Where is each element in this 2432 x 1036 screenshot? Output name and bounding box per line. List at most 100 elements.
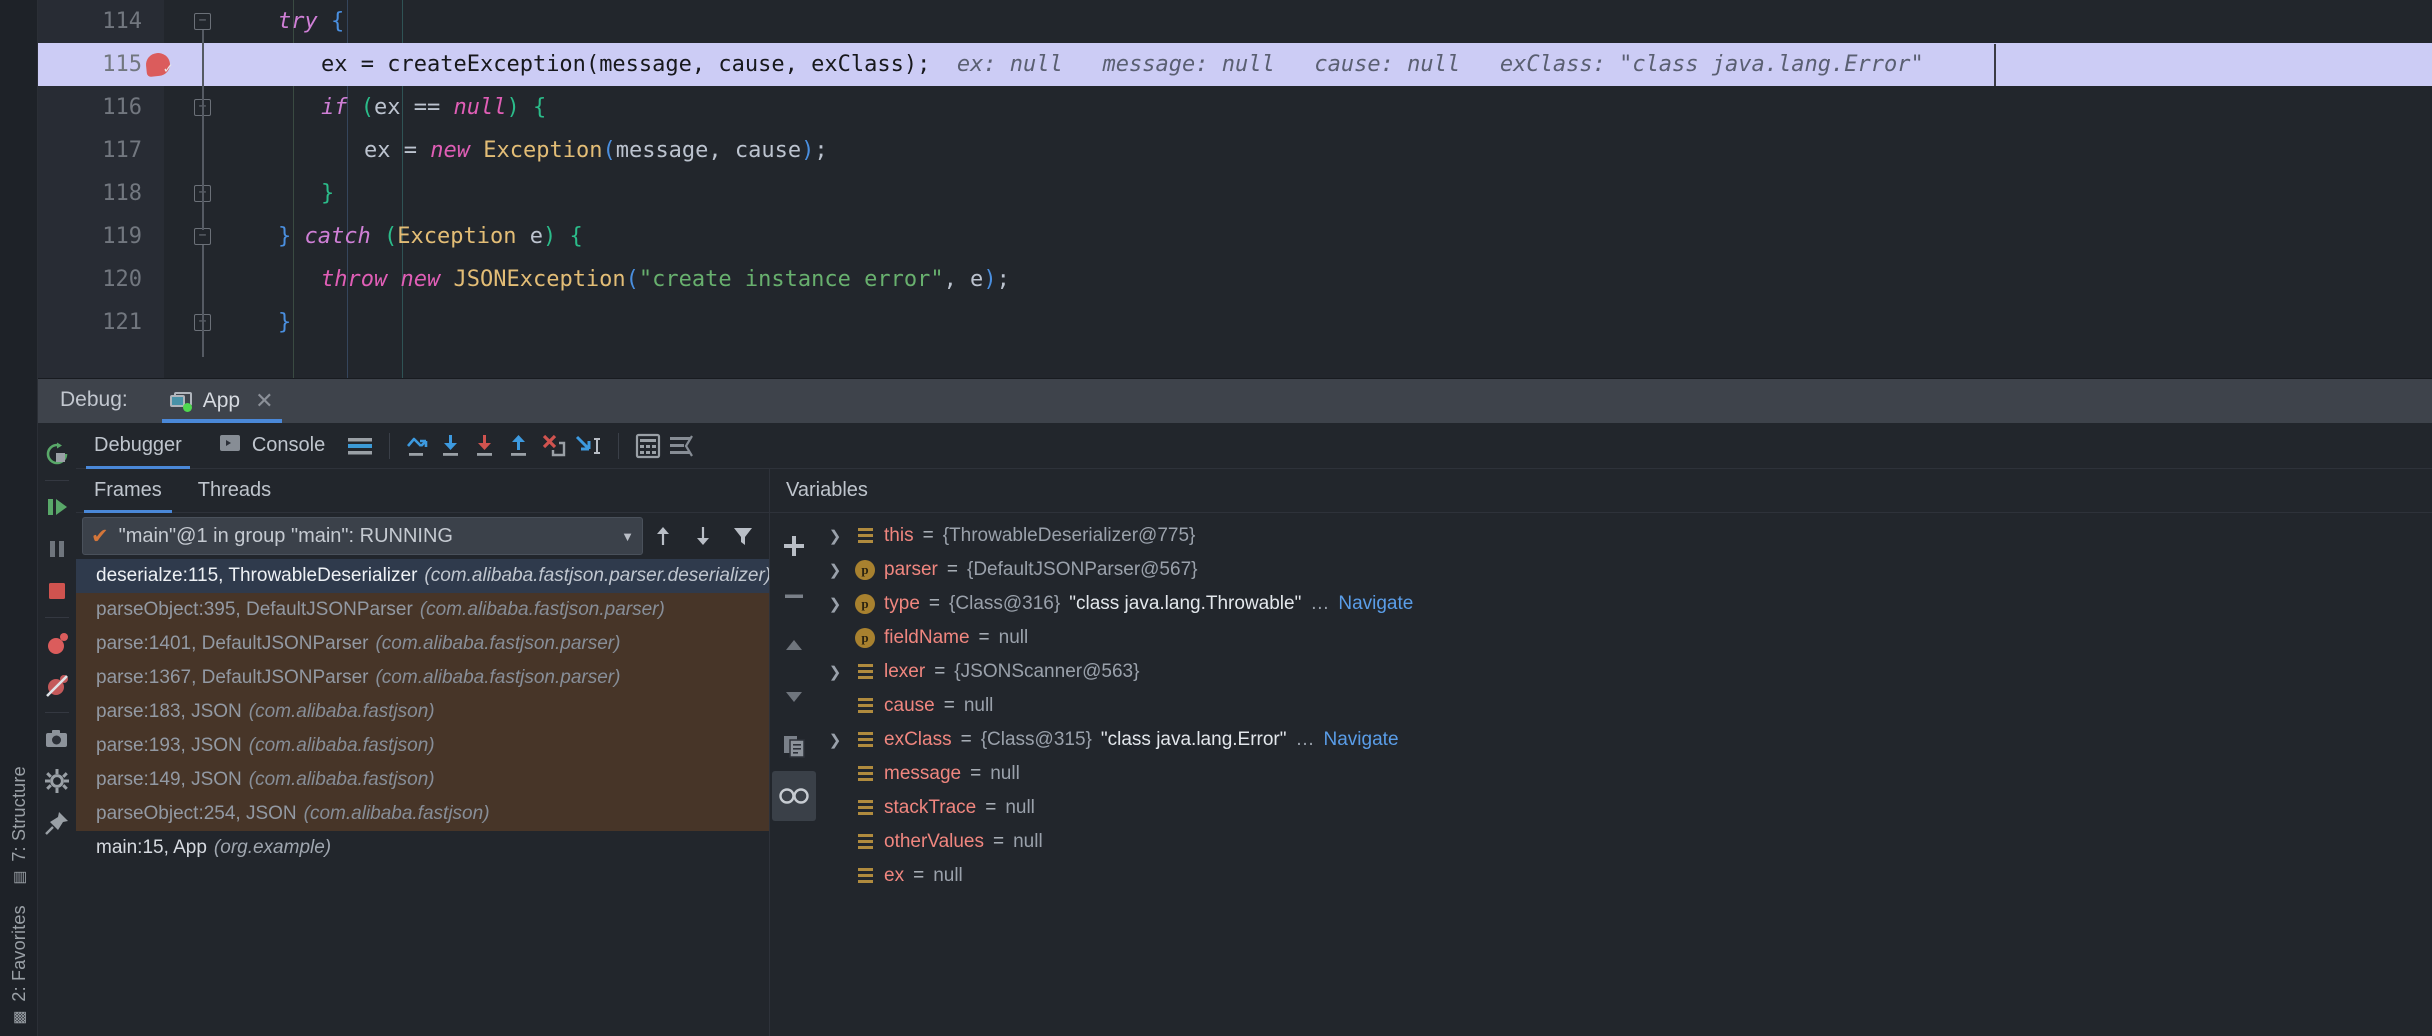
close-icon[interactable]: ✕ [255, 388, 273, 414]
gear-icon[interactable] [38, 760, 76, 802]
thread-selector[interactable]: ✔ "main"@1 in group "main": RUNNING ▼ [82, 517, 643, 555]
frame-down-button[interactable] [683, 517, 723, 555]
tab-console[interactable]: Console [200, 423, 343, 469]
expand-chevron-icon[interactable]: ❯ [824, 595, 846, 613]
code-line[interactable]: 115 ex = createException(message, cause, … [38, 43, 2432, 86]
resume-program-button[interactable] [38, 486, 76, 528]
tab-debugger[interactable]: Debugger [76, 423, 200, 469]
pin-tab-button[interactable] [38, 802, 76, 844]
variable-row[interactable]: ❯ p type = {Class@316} "class java.lang.Th… [818, 587, 2432, 621]
frame-up-button[interactable] [643, 517, 683, 555]
field-icon [855, 730, 875, 750]
fold-toggle-icon[interactable] [194, 228, 211, 245]
variable-row[interactable]: ❯ stackTrace = null [818, 791, 2432, 825]
stop-button[interactable] [38, 570, 76, 612]
stack-frame-row[interactable]: parse:193, JSON (com.alibaba.fastjson) [76, 729, 769, 763]
inspect-button[interactable] [772, 771, 816, 821]
equals-sign: = [934, 661, 946, 682]
code-line[interactable]: 120 throw new JSONException("create insta… [38, 258, 2432, 301]
code-line[interactable]: 114 try { [38, 0, 2432, 43]
breakpoint-icon[interactable] [144, 51, 172, 78]
variable-row[interactable]: ❯ cause = null [818, 689, 2432, 723]
evaluate-expression-button[interactable] [631, 429, 665, 463]
variables-pane: Variables ❯ this = {ThrowableDeserialize… [770, 469, 2432, 1036]
navigate-link[interactable]: Navigate [1324, 729, 1399, 751]
rerun-button[interactable] [38, 433, 76, 475]
tree-indent-spacer: ❯ [824, 867, 846, 885]
pause-program-button[interactable] [38, 528, 76, 570]
equals-sign: = [922, 525, 934, 546]
variable-row[interactable]: ❯ otherValues = null [818, 825, 2432, 859]
force-step-into-button[interactable] [470, 429, 504, 463]
variable-name: fieldName [884, 627, 970, 648]
tab-threads-label: Threads [197, 479, 272, 501]
step-over-button[interactable] [402, 429, 436, 463]
variable-value: null [1005, 797, 1035, 818]
stack-frame-row[interactable]: parse:1367, DefaultJSONParser (com.alibab… [76, 661, 769, 695]
navigate-link[interactable]: Navigate [1338, 593, 1413, 615]
stack-frame-method: parse:193, JSON [96, 735, 242, 756]
variable-row[interactable]: ❯ exClass = {Class@315} "class java.lang.… [818, 723, 2432, 757]
stack-frame-method: parseObject:254, JSON [96, 803, 297, 824]
debug-session-tab-app[interactable]: App ✕ [156, 388, 288, 423]
stack-frame-row[interactable]: parse:183, JSON (com.alibaba.fastjson) [76, 695, 769, 729]
run-to-cursor-button[interactable] [572, 429, 606, 463]
stack-frame-row[interactable]: parse:1401, DefaultJSONParser (com.alibab… [76, 627, 769, 661]
code-line[interactable]: 118} [38, 172, 2432, 215]
stack-frame-row[interactable]: deserialze:115, ThrowableDeserializer (co… [76, 559, 769, 593]
value-ellipsis[interactable]: … [1310, 593, 1329, 615]
tab-frames[interactable]: Frames [76, 469, 180, 513]
variable-name: message [884, 763, 962, 784]
stack-frame-row[interactable]: main:15, App (org.example) [76, 831, 769, 865]
equals-sign: = [985, 797, 997, 818]
chevron-down-icon[interactable]: ▼ [621, 529, 634, 544]
variable-row[interactable]: ❯ p fieldName = null [818, 621, 2432, 655]
code-editor[interactable]: 114 try {115 ex = createException(message,… [38, 0, 2432, 378]
expand-chevron-icon[interactable]: ❯ [824, 731, 846, 749]
stack-frame-row[interactable]: parseObject:254, JSON (com.alibaba.fastjs… [76, 797, 769, 831]
variable-name: type [884, 593, 920, 614]
add-watch-button[interactable] [772, 521, 816, 571]
code-line[interactable]: 119} catch (Exception e) { [38, 215, 2432, 258]
tab-threads[interactable]: Threads [180, 469, 289, 513]
move-watch-up-button[interactable] [772, 621, 816, 671]
step-out-button[interactable] [504, 429, 538, 463]
variable-row[interactable]: ❯ p parser = {DefaultJSONParser@567} [818, 553, 2432, 587]
code-line[interactable]: 121} [38, 301, 2432, 344]
expand-chevron-icon[interactable]: ❯ [824, 663, 846, 681]
step-into-button[interactable] [436, 429, 470, 463]
code-line[interactable]: 116 if (ex == null) { [38, 86, 2432, 129]
variable-row[interactable]: ❯ message = null [818, 757, 2432, 791]
sidebar-item-structure[interactable]: ▤ 7: Structure [9, 766, 30, 888]
stack-frame-row[interactable]: parse:149, JSON (com.alibaba.fastjson) [76, 763, 769, 797]
variable-value: null [1013, 831, 1043, 852]
line-number: 118 [102, 181, 142, 206]
variable-row[interactable]: ❯ this = {ThrowableDeserializer@775} [818, 519, 2432, 553]
variable-row[interactable]: ❯ ex = null [818, 859, 2432, 893]
settings-button[interactable] [665, 429, 699, 463]
camera-icon[interactable] [38, 718, 76, 760]
expand-chevron-icon[interactable]: ❯ [824, 527, 846, 545]
variable-row[interactable]: ❯ lexer = {JSONScanner@563} [818, 655, 2432, 689]
editor-lines[interactable]: 114 try {115 ex = createException(message,… [38, 0, 2432, 378]
value-ellipsis[interactable]: … [1296, 729, 1315, 751]
variables-tree[interactable]: ❯ this = {ThrowableDeserializer@775} ❯ p par… [818, 513, 2432, 1036]
fold-toggle-icon[interactable] [194, 13, 211, 30]
sidebar-item-favorites[interactable]: ▩ 2: Favorites [9, 905, 30, 1028]
copy-value-button[interactable] [772, 721, 816, 771]
stack-frame-row[interactable]: parseObject:395, DefaultJSONParser (com.a… [76, 593, 769, 627]
expand-chevron-icon[interactable]: ❯ [824, 561, 846, 579]
favorites-icon: ▩ [9, 1009, 29, 1027]
mute-breakpoints-button[interactable] [38, 665, 76, 707]
drop-frame-button[interactable] [538, 429, 572, 463]
filter-frames-button[interactable] [723, 517, 763, 555]
remove-watch-button[interactable] [772, 571, 816, 621]
layout-settings-icon[interactable] [343, 429, 377, 463]
stack-frame-package: (com.alibaba.fastjson.parser.deserialize… [424, 565, 769, 586]
code-line[interactable]: 117 ex = new Exception(message, cause); [38, 129, 2432, 172]
move-watch-down-button[interactable] [772, 671, 816, 721]
call-stack-list[interactable]: deserialze:115, ThrowableDeserializer (co… [76, 559, 769, 1036]
line-number: 121 [102, 310, 142, 335]
view-breakpoints-button[interactable] [38, 623, 76, 665]
equals-sign: = [960, 729, 972, 750]
